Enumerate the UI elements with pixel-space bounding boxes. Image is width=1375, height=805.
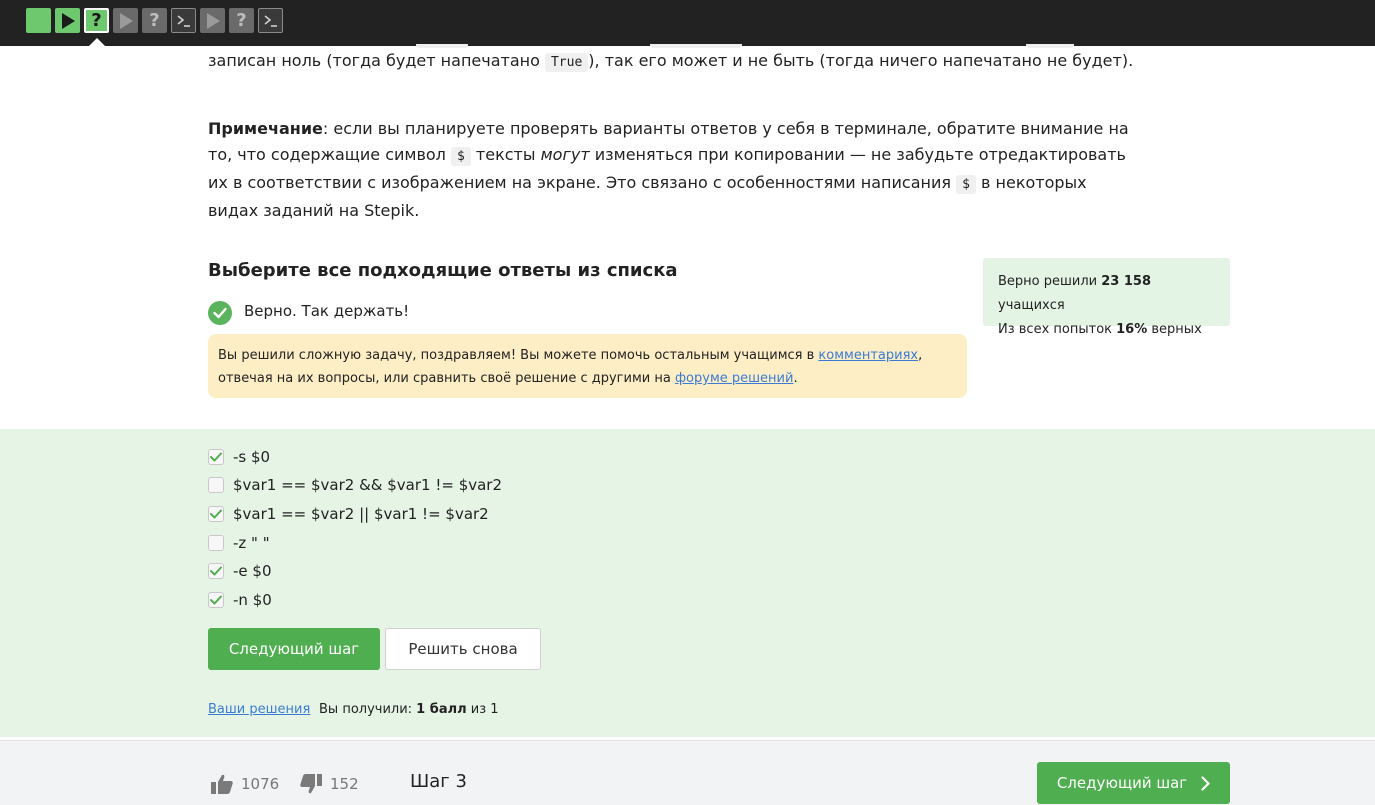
dislike-button[interactable]: 152 [300,774,359,794]
correct-message: Верно. Так держать! [244,302,410,320]
terminal-icon [264,14,277,27]
step-7-video[interactable] [200,8,225,33]
stat-label: Из всех попыток [998,322,1117,337]
inline-code-true: True [544,53,589,72]
retry-button[interactable]: Решить снова [385,628,541,670]
lesson-paragraph-1: записан ноль (тогда будет напечатано Tru… [208,48,1138,76]
stat-label: верных [1147,322,1202,337]
answers-section [0,429,1375,737]
answer-option-label: $var1 == $var2 && $var1 != $var2 [233,476,503,494]
next-step-bottom-button[interactable]: Следующий шаг [1037,762,1230,804]
notice-text: Вы решили сложную задачу, поздравляем! В… [218,348,819,363]
question-icon: ? [91,9,102,31]
step-5-quiz[interactable]: ? [142,8,167,33]
dislikes-count: 152 [330,775,359,793]
comments-link[interactable]: комментариях [818,348,918,363]
step-3-quiz[interactable]: ? [84,8,109,33]
score-label: из 1 [466,702,499,717]
paragraph-text: записан ноль (тогда будет напечатано [208,51,545,70]
score-label: Вы получили: [319,702,417,717]
step-4-video[interactable] [113,8,138,33]
quiz-title: Выберите все подходящие ответы из списка [208,260,678,281]
answer-option[interactable]: $var1 == $var2 || $var1 != $var2 [208,504,489,524]
next-step-label: Следующий шаг [1056,774,1188,792]
thumbs-up-icon [211,774,233,794]
step-9-code[interactable] [258,8,283,33]
checkbox-checked[interactable] [208,592,224,608]
checkmark-icon [210,452,222,462]
answer-option-label: -z " " [233,534,270,552]
answer-option[interactable]: -e $0 [208,561,272,581]
current-step-caret [89,38,105,46]
attempts-stat: Из всех попыток 16% верных [998,318,1215,342]
congrats-notice: Вы решили сложную задачу, поздравляем! В… [208,334,967,398]
solved-count: 23 158 [1101,274,1152,289]
terminal-icon [177,14,190,27]
answer-option-label: -s $0 [233,448,271,466]
stat-label: Верно решили [998,274,1102,289]
checkmark-icon [210,509,222,519]
inline-code-dollar: $ [956,175,976,194]
your-solutions-link[interactable]: Ваши решения [208,702,310,717]
paragraph-text: тексты [470,145,541,164]
next-step-button[interactable]: Следующий шаг [208,628,380,670]
step-8-quiz[interactable]: ? [229,8,254,33]
checkbox-checked[interactable] [208,563,224,579]
score-text: Вы получили: 1 балл из 1 [319,702,499,717]
checkbox-checked[interactable] [208,506,224,522]
question-icon: ? [149,9,160,31]
question-icon: ? [236,9,247,31]
paragraph-text: ), так его может и не быть (тогда ничего… [588,51,1134,70]
emphasis-text: могут [540,145,590,164]
answer-option[interactable]: -n $0 [208,590,272,610]
answer-option-label: $var1 == $var2 || $var1 != $var2 [233,505,489,523]
notice-text: . [793,371,798,386]
play-icon [206,12,220,29]
answer-option[interactable]: -z " " [208,533,270,553]
answer-option[interactable]: $var1 == $var2 && $var1 != $var2 [208,475,502,495]
likes-count: 1076 [241,775,280,793]
stats-panel: Верно решили 23 158 учащихся Из всех поп… [983,258,1230,337]
answer-option[interactable]: -s $0 [208,447,270,467]
checkbox-unchecked[interactable] [208,477,224,493]
play-icon [61,12,75,29]
like-button[interactable]: 1076 [211,774,279,794]
checkmark-icon [210,566,222,576]
checkbox-unchecked[interactable] [208,535,224,551]
solved-stat: Верно решили 23 158 учащихся [998,270,1215,318]
step-2-video[interactable] [55,8,80,33]
score-value: 1 балл [416,702,467,717]
checkmark-icon [210,595,222,605]
step-6-code[interactable] [171,8,196,33]
success-check-icon [208,301,232,325]
note-label: Примечание [208,119,323,138]
answer-option-label: -e $0 [233,562,272,580]
play-icon [119,12,133,29]
chevron-right-icon [1201,775,1211,791]
solutions-forum-link[interactable]: форуме решений [675,371,794,386]
answer-option-label: -n $0 [233,591,272,609]
step-label: Шаг 3 [410,771,467,792]
lesson-note-paragraph: Примечание: если вы планируете проверять… [208,116,1138,224]
checkbox-checked[interactable] [208,449,224,465]
inline-code-dollar: $ [451,147,471,166]
step-1-text[interactable] [26,8,51,33]
step-navigation-bar: ? ? ? [0,0,1375,46]
stat-label: учащихся [998,298,1065,313]
attempts-percent: 16% [1116,322,1148,337]
thumbs-down-icon [300,774,322,794]
